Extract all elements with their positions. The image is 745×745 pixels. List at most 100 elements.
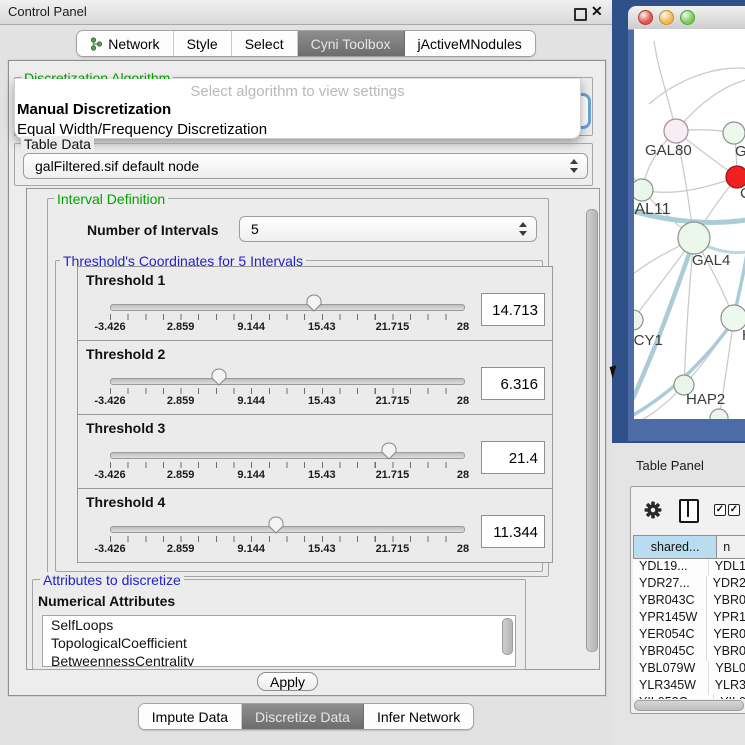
- threshold-value-field[interactable]: 21.4: [481, 441, 545, 474]
- table-row[interactable]: YLR345WYLR3: [633, 678, 745, 695]
- slider-track[interactable]: [110, 526, 465, 533]
- network-node[interactable]: [723, 122, 745, 144]
- scale-label: 15.43: [308, 543, 336, 555]
- cell-shared-name: YBL079W: [633, 661, 708, 678]
- close-light[interactable]: [638, 10, 653, 25]
- slider-thumb[interactable]: [211, 368, 227, 386]
- zoom-light[interactable]: [680, 10, 695, 25]
- network-node[interactable]: [678, 222, 710, 254]
- network-view-window: GAL80GAGAL11CGAL4GCY1HHAP2: [628, 6, 745, 441]
- scale-label: 28: [457, 395, 469, 407]
- cell-name: YPR1: [706, 610, 745, 627]
- scale-label: 15.43: [308, 395, 336, 407]
- table-row[interactable]: YBL079WYBL0: [633, 661, 745, 678]
- table-rows: YDL19...YDL1YDR27...YDR2YBR043CYBR0YPR14…: [633, 559, 745, 699]
- network-edge[interactable]: [642, 177, 737, 192]
- list-scrollbar[interactable]: [502, 618, 513, 655]
- threshold-slider[interactable]: -3.4262.8599.14415.4321.71528: [110, 489, 463, 562]
- tab-infer-network[interactable]: Infer Network: [364, 704, 473, 729]
- threshold-slider[interactable]: -3.4262.8599.14415.4321.71528: [110, 267, 463, 340]
- attribute-list-item[interactable]: BetweennessCentrality: [43, 652, 515, 667]
- slider-track[interactable]: [110, 378, 465, 385]
- column-header-name[interactable]: n: [717, 535, 745, 559]
- scale-label: 9.144: [237, 321, 265, 333]
- threshold-box-3: Threshold 3-3.4262.8599.14415.4321.71528…: [77, 414, 553, 489]
- table-row[interactable]: YPR145WYPR1: [633, 610, 745, 627]
- bottom-tab-row: Impute DataDiscretize DataInfer Network: [0, 703, 612, 730]
- attribute-list-item[interactable]: SelfLoops: [43, 616, 515, 634]
- slider-thumb[interactable]: [306, 294, 322, 312]
- network-edge[interactable]: [654, 41, 676, 131]
- table-panel-area: Table Panel ✓ ✓: [612, 443, 745, 745]
- tab-discretize-data[interactable]: Discretize Data: [242, 704, 364, 729]
- threshold-value-field[interactable]: 6.316: [481, 367, 545, 400]
- slider-ticks: [110, 536, 463, 542]
- slider-thumb[interactable]: [268, 516, 284, 534]
- threshold-slider[interactable]: -3.4262.8599.14415.4321.71528: [110, 415, 463, 488]
- checkbox-checked-icon[interactable]: ✓: [728, 504, 740, 516]
- slider-thumb[interactable]: [381, 442, 397, 460]
- threshold-value-field[interactable]: 14.713: [481, 293, 545, 326]
- tab-style[interactable]: Style: [174, 31, 232, 56]
- slider-track[interactable]: [110, 304, 465, 311]
- threshold-value-field[interactable]: 11.344: [481, 515, 545, 548]
- cell-name: YER0: [706, 627, 745, 644]
- cell-shared-name: YLR345W: [633, 678, 708, 695]
- slider-ticks: [110, 314, 463, 320]
- panel-scrollbar[interactable]: [586, 209, 598, 652]
- table-panel-title: Table Panel: [636, 458, 704, 473]
- tab-label: Style: [187, 36, 218, 52]
- cell-shared-name: YBR045C: [633, 644, 706, 661]
- slider-track[interactable]: [110, 452, 465, 459]
- threshold-slider[interactable]: -3.4262.8599.14415.4321.71528: [110, 341, 463, 414]
- network-canvas[interactable]: GAL80GAGAL11CGAL4GCY1HHAP2: [634, 29, 745, 419]
- column-header-shared[interactable]: shared...: [633, 535, 717, 559]
- popup-option[interactable]: Manual Discretization: [15, 100, 580, 120]
- panel-title: Control Panel: [8, 4, 87, 19]
- minimize-light[interactable]: [659, 10, 674, 25]
- num-intervals-combo[interactable]: 5: [239, 216, 537, 242]
- table-horizontal-scrollbar[interactable]: [634, 700, 744, 711]
- network-node-label: HAP2: [686, 391, 725, 408]
- network-edge[interactable]: [634, 418, 719, 419]
- apply-button[interactable]: Apply: [257, 672, 318, 691]
- table-row[interactable]: YDL19...YDL1: [633, 559, 745, 576]
- gear-icon[interactable]: [644, 501, 662, 519]
- table-toolbar: ✓ ✓: [631, 487, 745, 533]
- numerical-attributes-label: Numerical Attributes: [38, 593, 175, 609]
- close-icon[interactable]: ✕: [591, 3, 603, 20]
- network-node[interactable]: [664, 119, 688, 143]
- cell-name: YIL0: [713, 695, 745, 699]
- table-row[interactable]: YDR27...YDR2: [633, 576, 745, 593]
- tab-jactivemnodules[interactable]: jActiveMNodules: [405, 31, 535, 56]
- cell-shared-name: YBR043C: [633, 593, 706, 610]
- tab-impute-data[interactable]: Impute Data: [139, 704, 242, 729]
- network-node[interactable]: [710, 409, 728, 419]
- table-data-combo[interactable]: galFiltered.sif default node: [23, 153, 588, 179]
- right-pane: GAL80GAGAL11CGAL4GCY1HHAP2 Table Panel: [612, 0, 745, 745]
- network-node[interactable]: [634, 310, 643, 330]
- attribute-list-item[interactable]: TopologicalCoefficient: [43, 634, 515, 652]
- combo-stepper-icon[interactable]: [519, 222, 527, 236]
- top-tab-row: Network Style SelectCyni ToolboxjActiveMNo…: [0, 30, 612, 57]
- numerical-attributes-list[interactable]: SelfLoopsTopologicalCoefficientBetweenne…: [42, 615, 516, 667]
- popup-option[interactable]: Equal Width/Frequency Discretization: [15, 120, 580, 140]
- split-columns-icon[interactable]: [679, 499, 699, 523]
- table-row[interactable]: YER054CYER0: [633, 627, 745, 644]
- tab-select[interactable]: Select: [232, 31, 298, 56]
- bottom-tabs: Impute DataDiscretize DataInfer Network: [138, 703, 474, 730]
- cell-shared-name: YDL19...: [633, 559, 708, 576]
- slider-ticks: [110, 388, 463, 394]
- cell-name: YBR0: [706, 644, 745, 661]
- combo-stepper-icon[interactable]: [570, 159, 578, 173]
- slider-scale-labels: -3.4262.8599.14415.4321.71528: [110, 469, 463, 483]
- float-window-icon[interactable]: [574, 8, 587, 21]
- checkbox-checked-icon[interactable]: ✓: [714, 504, 726, 516]
- table-row[interactable]: YIL052CYIL0: [633, 695, 745, 699]
- tab-cyni-toolbox[interactable]: Cyni Toolbox: [298, 31, 405, 56]
- table-row[interactable]: YBR045CYBR0: [633, 644, 745, 661]
- tab-network[interactable]: Network: [77, 31, 173, 56]
- table-row[interactable]: YBR043CYBR0: [633, 593, 745, 610]
- network-node[interactable]: [634, 179, 653, 201]
- network-node-label: C: [740, 185, 745, 202]
